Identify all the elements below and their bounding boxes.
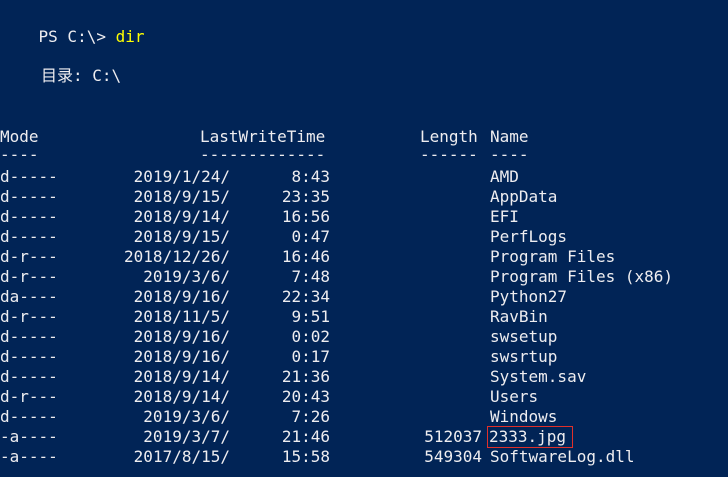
- name-cell: SoftwareLog.dll: [490, 447, 635, 466]
- list-item: d----- 2018/9/15/23:35 AppData: [0, 187, 728, 207]
- mode-cell: d-r---: [0, 307, 58, 326]
- name-cell: Program Files (x86): [490, 267, 674, 286]
- list-item: d-r--- 2019/3/6/7:48 Program Files (x86): [0, 267, 728, 287]
- length-cell: 549304: [424, 447, 482, 466]
- time-cell: 23:35: [281, 187, 330, 206]
- length-cell: 512037: [424, 427, 482, 446]
- list-item: d----- 2018/9/15/0:47 PerfLogs: [0, 227, 728, 247]
- mode-cell: d-r---: [0, 387, 58, 406]
- name-cell-highlighted: 2333.jpg: [486, 426, 574, 448]
- name-cell: EFI: [490, 207, 519, 226]
- mode-cell: d-----: [0, 327, 58, 346]
- date-cell: 2019/1/24/: [133, 167, 230, 186]
- prompt-line: PS C:\> dir: [0, 7, 145, 46]
- name-cell: Python27: [490, 287, 568, 306]
- date-cell: 2018/9/16/: [133, 327, 230, 346]
- mode-cell: d-----: [0, 207, 58, 226]
- date-cell: 2018/9/14/: [133, 207, 230, 226]
- date-cell: 2018/9/16/: [133, 287, 230, 306]
- time-cell: 7:26: [291, 407, 330, 426]
- underline-mode: ----: [0, 145, 39, 164]
- command-text: dir: [115, 27, 145, 46]
- mode-cell: da----: [0, 287, 58, 306]
- time-cell: 0:17: [291, 347, 330, 366]
- powershell-console[interactable]: PS C:\> dir 目录: C:\ Mode LastWriteTime L…: [0, 0, 728, 477]
- time-cell: 21:36: [281, 367, 330, 386]
- date-cell: 2019/3/6/: [143, 407, 230, 426]
- list-item: d----- 2018/9/14/21:36 System.sav: [0, 367, 728, 387]
- time-cell: 0:02: [291, 327, 330, 346]
- name-cell: Windows: [490, 407, 558, 426]
- date-cell: 2018/9/14/: [133, 367, 230, 386]
- date-cell: 2018/9/16/: [133, 347, 230, 366]
- time-cell: 16:46: [281, 247, 330, 266]
- date-cell: 2018/12/26/: [124, 247, 230, 266]
- header-name: Name: [490, 127, 529, 146]
- list-item: d----- 2018/9/16/0:02 swsetup: [0, 327, 728, 347]
- name-cell: System.sav: [490, 367, 587, 386]
- mode-cell: d-----: [0, 187, 58, 206]
- date-cell: 2018/11/5/: [133, 307, 230, 326]
- time-cell: 22:34: [281, 287, 330, 306]
- list-item: da---- 2018/9/16/22:34 Python27: [0, 287, 728, 307]
- date-cell: 2019/3/6/: [143, 267, 230, 286]
- prompt-prefix: PS C:\>: [38, 27, 116, 46]
- list-item: d----- 2018/9/16/0:17 swsrtup: [0, 347, 728, 367]
- list-item: d-r--- 2018/12/26/16:46 Program Files: [0, 247, 728, 267]
- mode-cell: -a----: [0, 427, 58, 446]
- name-cell: AMD: [490, 167, 519, 186]
- mode-cell: d-----: [0, 167, 58, 186]
- list-item: d----- 2018/9/14/16:56 EFI: [0, 207, 728, 227]
- list-item: -a---- 2019/3/7/21:46 512037 2333.jpg: [0, 426, 728, 448]
- underline-name: ----: [490, 145, 529, 164]
- mode-cell: -a----: [0, 447, 58, 466]
- header-row: Mode LastWriteTime Length Name: [0, 127, 728, 147]
- date-cell: 2018/9/14/: [133, 387, 230, 406]
- time-cell: 21:46: [281, 427, 330, 446]
- date-cell: 2019/3/7/: [143, 427, 230, 446]
- mode-cell: d-r---: [0, 267, 58, 286]
- time-cell: 9:51: [291, 307, 330, 326]
- header-mode: Mode: [0, 127, 39, 146]
- mode-cell: d-----: [0, 347, 58, 366]
- mode-cell: d-----: [0, 227, 58, 246]
- list-item: -a---- 2017/8/15/15:58 549304 SoftwareLog.d…: [0, 447, 728, 467]
- time-cell: 8:43: [291, 167, 330, 186]
- list-item: d----- 2019/1/24/8:43 AMD: [0, 167, 728, 187]
- date-cell: 2017/8/15/: [133, 447, 230, 466]
- underline-last-write-time: -------------: [200, 145, 326, 164]
- mode-cell: d-----: [0, 367, 58, 386]
- name-cell: AppData: [490, 187, 558, 206]
- header-last-write-time: LastWriteTime: [200, 127, 326, 146]
- header-length: Length: [420, 127, 478, 146]
- name-cell: Users: [490, 387, 539, 406]
- time-cell: 7:48: [291, 267, 330, 286]
- list-item: d-r--- 2018/9/14/20:43 Users: [0, 387, 728, 407]
- mode-cell: d-----: [0, 407, 58, 426]
- directory-label: 目录: C:\: [41, 66, 122, 85]
- name-cell: swsrtup: [490, 347, 558, 366]
- underline-length: ------: [420, 145, 478, 164]
- time-cell: 20:43: [281, 387, 330, 406]
- header-underline-row: ---- ------------- ------ ----: [0, 145, 728, 165]
- name-cell: swsetup: [490, 327, 558, 346]
- list-item: d-r--- 2018/11/5/9:51 RavBin: [0, 307, 728, 327]
- date-cell: 2018/9/15/: [133, 227, 230, 246]
- time-cell: 0:47: [291, 227, 330, 246]
- name-cell: PerfLogs: [490, 227, 568, 246]
- mode-cell: d-r---: [0, 247, 58, 266]
- list-item: d----- 2019/3/6/7:26 Windows: [0, 407, 728, 427]
- date-cell: 2018/9/15/: [133, 187, 230, 206]
- name-cell: Program Files: [490, 247, 616, 266]
- time-cell: 16:56: [281, 207, 330, 226]
- time-cell: 15:58: [281, 447, 330, 466]
- name-cell: RavBin: [490, 307, 548, 326]
